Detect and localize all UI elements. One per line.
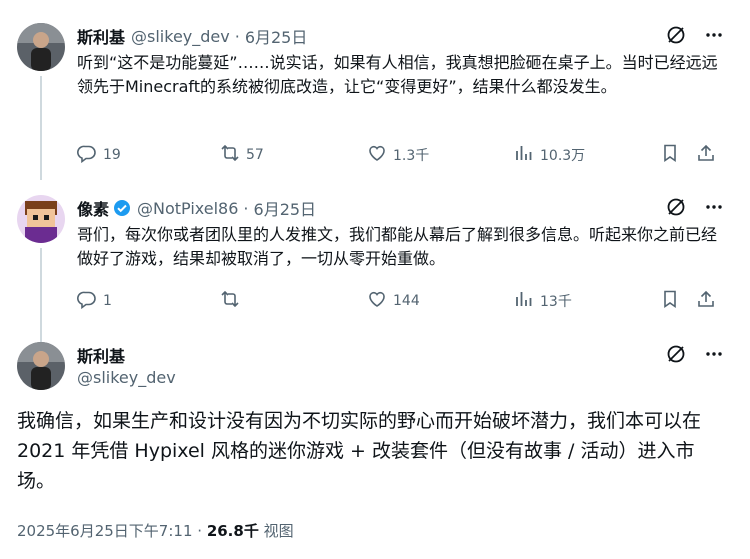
reply-icon <box>77 289 97 313</box>
tweet-actions: 1 144 13千 <box>77 289 722 313</box>
views-button[interactable]: 10.3万 <box>514 143 660 167</box>
bookmark-button[interactable] <box>660 143 696 167</box>
like-button[interactable]: 144 <box>367 289 514 313</box>
like-count: 1.3千 <box>393 148 430 164</box>
author-name[interactable]: 像素 <box>77 196 109 220</box>
share-button[interactable] <box>696 289 716 313</box>
tweet-1[interactable]: 斯利基 @slikey_dev · 6月25日 听到“这不是功能蔓延”……说实话… <box>0 0 750 180</box>
tweet-header: 像素 @NotPixel86 · 6月25日 <box>77 196 316 220</box>
reply-count: 19 <box>103 147 121 163</box>
tweet-text: 我确信，如果生产和设计没有因为不切实际的野心而开始破坏潜力，我们本可以在 202… <box>17 410 702 492</box>
heart-icon <box>367 143 387 167</box>
views-count: 13千 <box>540 294 572 310</box>
analytics-icon <box>514 143 534 167</box>
tweet-date[interactable]: 6月25日 <box>245 24 308 48</box>
more-icon[interactable] <box>704 344 724 364</box>
author-handle[interactable]: @slikey_dev <box>131 27 230 46</box>
grok-icon[interactable] <box>666 344 686 364</box>
separator-dot: · <box>192 522 207 540</box>
tweet-date[interactable]: 6月25日 <box>254 196 317 220</box>
thread-line <box>40 76 42 180</box>
grok-icon[interactable] <box>666 197 686 217</box>
grok-icon[interactable] <box>666 25 686 45</box>
tweet-text: 听到“这不是功能蔓延”……说实话，如果有人相信，我真想把脸砸在桌子上。当时已经远… <box>77 53 718 96</box>
tweet-top-icons <box>666 344 724 364</box>
author-name[interactable]: 斯利基 <box>77 24 125 48</box>
retweet-icon <box>220 289 240 313</box>
views-count: 26.8千 <box>206 522 259 540</box>
reply-button[interactable]: 1 <box>77 289 220 313</box>
tweet-meta: 2025年6月25日下午7:11 · 26.8千 视图 <box>17 520 294 541</box>
retweet-button[interactable] <box>220 289 367 313</box>
tweet-2[interactable]: 像素 @NotPixel86 · 6月25日 哥们，每次你或者团队里的人发推文，… <box>0 180 750 344</box>
author-handle[interactable]: @NotPixel86 <box>137 199 238 218</box>
separator-dot: · <box>243 198 249 218</box>
main-tweet: 斯利基 @slikey_dev 我确信，如果生产和设计没有因为不切实际的野心而开… <box>0 326 750 559</box>
more-icon[interactable] <box>704 25 724 45</box>
bookmark-button[interactable] <box>660 289 696 313</box>
avatar[interactable] <box>17 195 65 243</box>
retweet-icon <box>220 143 240 167</box>
tweet-header: 斯利基 @slikey_dev · 6月25日 <box>77 24 307 48</box>
bookmark-icon <box>660 289 680 313</box>
author-name[interactable]: 斯利基 <box>77 343 125 367</box>
share-button[interactable] <box>696 143 716 167</box>
share-icon <box>696 289 716 313</box>
separator-dot: · <box>234 26 240 46</box>
more-icon[interactable] <box>704 197 724 217</box>
reply-count: 1 <box>103 293 112 309</box>
avatar[interactable] <box>17 342 65 390</box>
tweet-actions: 19 57 1.3千 10.3万 <box>77 143 722 167</box>
reply-icon <box>77 143 97 167</box>
avatar[interactable] <box>17 23 65 71</box>
views-button[interactable]: 13千 <box>514 289 660 313</box>
share-icon <box>696 143 716 167</box>
tweet-timestamp[interactable]: 2025年6月25日下午7:11 <box>17 522 193 540</box>
reply-button[interactable]: 19 <box>77 143 220 167</box>
like-button[interactable]: 1.3千 <box>367 143 514 167</box>
author-handle[interactable]: @slikey_dev <box>77 368 176 387</box>
tweet-top-icons <box>666 25 724 45</box>
analytics-icon <box>514 289 534 313</box>
heart-icon <box>367 289 387 313</box>
tweet-top-icons <box>666 197 724 217</box>
views-label: 视图 <box>263 522 294 540</box>
retweet-count: 57 <box>246 147 264 163</box>
verified-badge-icon <box>113 199 131 217</box>
bookmark-icon <box>660 143 680 167</box>
retweet-button[interactable]: 57 <box>220 143 367 167</box>
like-count: 144 <box>393 293 420 309</box>
tweet-text: 哥们，每次你或者团队里的人发推文，我们都能从幕后了解到很多信息。听起来你之前已经… <box>77 225 718 268</box>
views-count: 10.3万 <box>540 148 586 164</box>
